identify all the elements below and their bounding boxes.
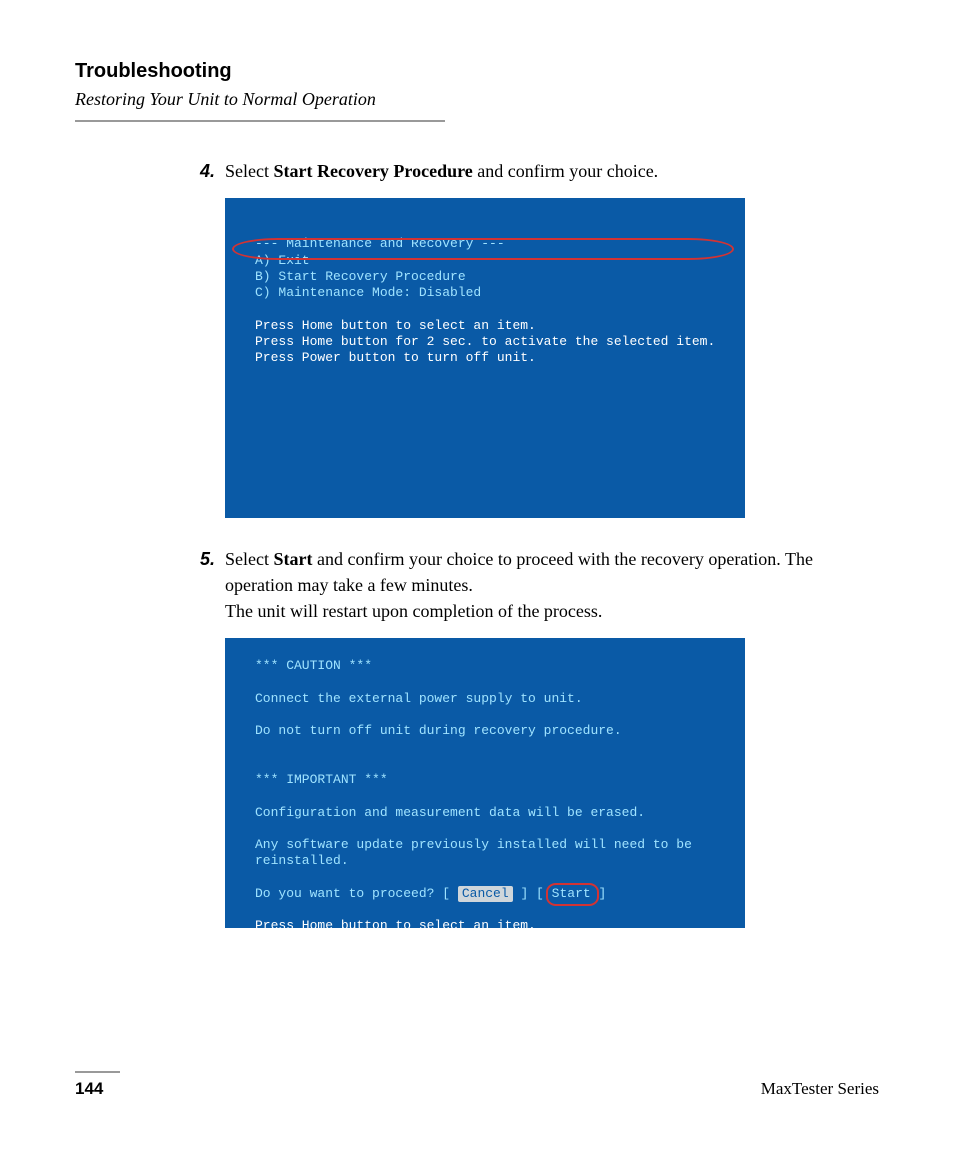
step-4-body: Select Start Recovery Procedure and conf…: [225, 158, 879, 184]
step-5-text-post1: and confirm your choice to proceed with …: [225, 549, 813, 595]
product-series: MaxTester Series: [761, 1079, 879, 1099]
term1-maintenance: C) Maintenance Mode: Disabled: [255, 285, 481, 300]
term2-i2a: Any software update previously installed…: [255, 837, 692, 852]
section-subtitle: Restoring Your Unit to Normal Operation: [75, 89, 879, 116]
step-5-text-bold: Start: [273, 549, 312, 569]
term2-proceed-post: ]: [591, 886, 607, 901]
step-5-body: Select Start and confirm your choice to …: [225, 546, 879, 624]
term1-exit: A) Exit: [255, 253, 310, 268]
term2-help3: Press Power button to turn off unit.: [255, 951, 536, 966]
term1-help1: Press Home button to select an item.: [255, 318, 536, 333]
step-4-number: 4.: [175, 158, 225, 184]
term2-c1: Connect the external power supply to uni…: [255, 691, 583, 706]
term1-title: --- Maintenance and Recovery ---: [255, 236, 505, 251]
caution-terminal: *** CAUTION *** Connect the external pow…: [225, 638, 745, 928]
term1-start-recovery: B) Start Recovery Procedure: [255, 269, 466, 284]
term2-help2: Press Home button for 2 sec. to activate…: [255, 935, 715, 950]
step-4-text-pre: Select: [225, 161, 273, 181]
step-5: 5. Select Start and confirm your choice …: [175, 546, 879, 624]
screenshot-1: --- Maintenance and Recovery --- A) Exit…: [225, 198, 879, 518]
term1-help2: Press Home button for 2 sec. to activate…: [255, 334, 715, 349]
page-footer: 144 MaxTester Series: [75, 1071, 879, 1099]
footer-rule: [75, 1071, 120, 1073]
recovery-menu-terminal: --- Maintenance and Recovery --- A) Exit…: [225, 198, 745, 518]
page-number: 144: [75, 1079, 103, 1099]
section-title: Troubleshooting: [75, 60, 879, 83]
step-4-text-post: and confirm your choice.: [473, 161, 658, 181]
step-4: 4. Select Start Recovery Procedure and c…: [175, 158, 879, 184]
term1-help3: Press Power button to turn off unit.: [255, 350, 536, 365]
term2-i2b: reinstalled.: [255, 853, 349, 868]
term2-i1: Configuration and measurement data will …: [255, 805, 645, 820]
term2-mid: ] [: [513, 886, 552, 901]
term2-caution: *** CAUTION ***: [255, 658, 372, 673]
cancel-button[interactable]: Cancel: [458, 886, 513, 902]
term2-proceed-pre: Do you want to proceed? [: [255, 886, 458, 901]
step-5-text-line2: The unit will restart upon completion of…: [225, 601, 602, 621]
term2-help1: Press Home button to select an item.: [255, 918, 536, 933]
screenshot-2: *** CAUTION *** Connect the external pow…: [225, 638, 879, 928]
header-rule: [75, 120, 445, 122]
step-5-text-pre: Select: [225, 549, 273, 569]
step-4-text-bold: Start Recovery Procedure: [273, 161, 472, 181]
term2-c2: Do not turn off unit during recovery pro…: [255, 723, 622, 738]
start-button[interactable]: Start: [552, 886, 591, 901]
step-5-number: 5.: [175, 546, 225, 624]
term2-important: *** IMPORTANT ***: [255, 772, 388, 787]
